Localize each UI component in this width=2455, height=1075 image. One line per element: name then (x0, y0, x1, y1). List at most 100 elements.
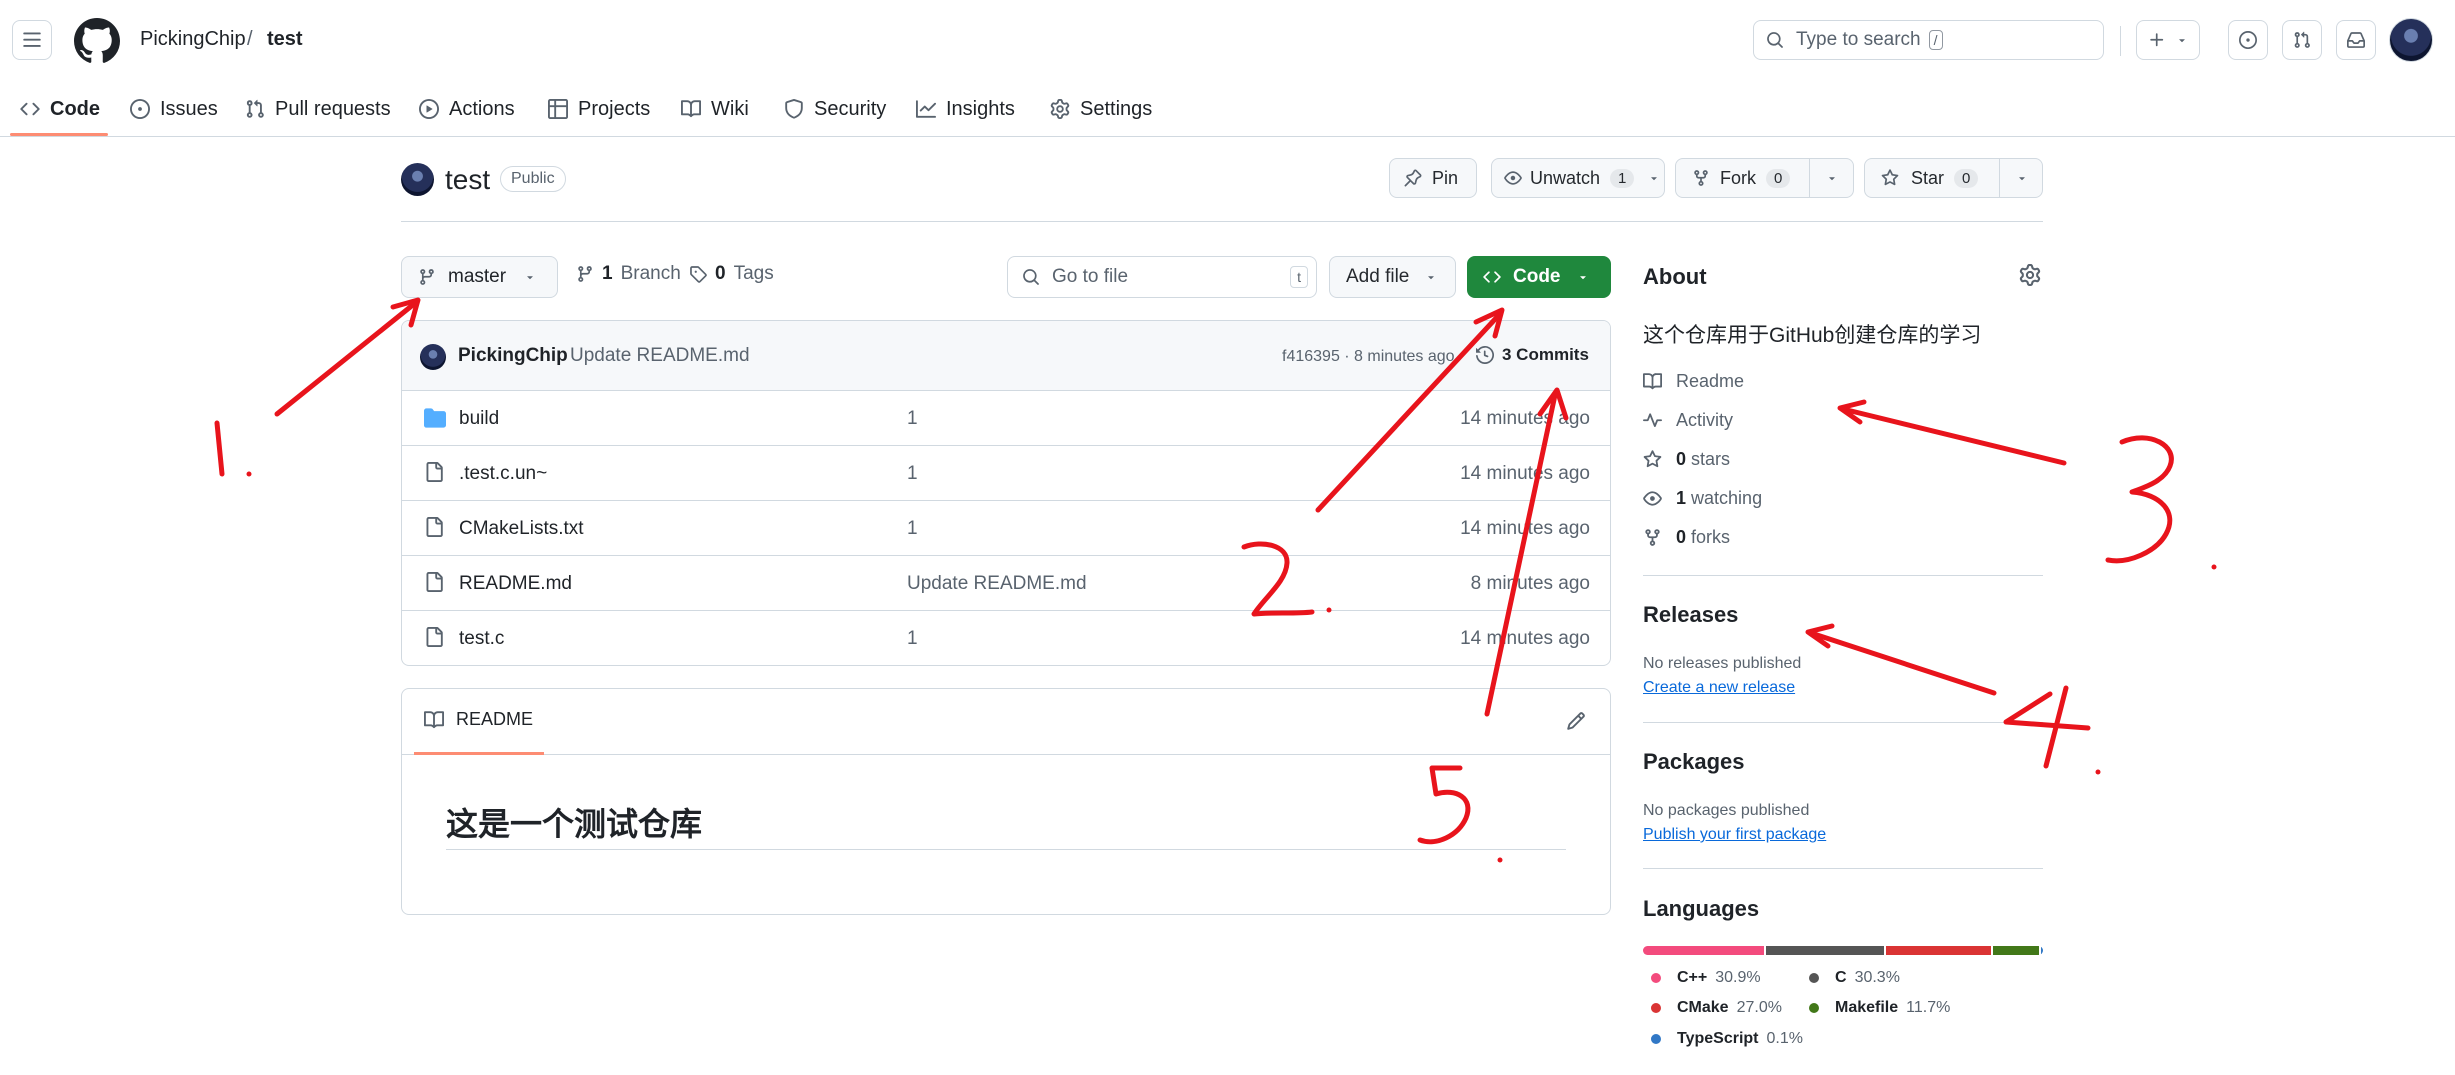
file-commit-message[interactable]: 1 (907, 463, 918, 485)
language-item[interactable]: C 30.3% (1809, 969, 1900, 987)
code-button-label: Code (1513, 266, 1561, 287)
file-name[interactable]: README.md (459, 573, 572, 595)
file-commit-time: 14 minutes ago (1460, 518, 1590, 539)
stars-link[interactable]: 0 stars (1643, 449, 1730, 470)
language-item[interactable]: TypeScript 0.1% (1651, 1030, 1803, 1048)
file-row[interactable]: .test.c.un~ 1 14 minutes ago (402, 446, 1610, 501)
add-file-button[interactable]: Add file (1329, 256, 1456, 298)
branches-link[interactable]: 1 Branch (576, 263, 681, 285)
pencil-icon[interactable] (1566, 711, 1586, 731)
issues-button[interactable] (2228, 20, 2268, 60)
caret-down-icon (1648, 172, 1660, 184)
publish-package-link[interactable]: Publish your first package (1643, 826, 1826, 844)
tab-settings[interactable]: Settings (1050, 82, 1152, 136)
caret-down-icon (1425, 271, 1437, 283)
commit-message[interactable]: Update README.md (570, 345, 750, 367)
inbox-button[interactable] (2336, 20, 2376, 60)
tab-wiki[interactable]: Wiki (681, 82, 749, 136)
language-name: TypeScript (1677, 1030, 1759, 1047)
language-item[interactable]: CMake 27.0% (1651, 999, 1782, 1017)
forks-link[interactable]: 0 forks (1643, 527, 1730, 548)
tab-wiki-label: Wiki (711, 97, 749, 120)
tags-link[interactable]: 0 Tags (689, 263, 774, 285)
file-commit-message[interactable]: 1 (907, 518, 918, 540)
file-name[interactable]: build (459, 408, 499, 430)
caret-down-icon (1577, 271, 1589, 283)
tag-icon (689, 265, 707, 283)
commit-author-avatar[interactable] (420, 344, 446, 370)
create-new-button[interactable] (2136, 20, 2200, 60)
tab-insights[interactable]: Insights (916, 82, 1015, 136)
pull-requests-button[interactable] (2282, 20, 2322, 60)
commit-author[interactable]: PickingChip (458, 345, 568, 367)
code-button[interactable]: Code (1467, 256, 1611, 298)
activity-label: Activity (1676, 410, 1734, 430)
breadcrumb-owner[interactable]: PickingChip (140, 28, 246, 51)
tab-code[interactable]: Code (20, 82, 100, 136)
tab-projects[interactable]: Projects (548, 82, 650, 136)
file-name[interactable]: test.c (459, 628, 504, 650)
folder-icon (424, 407, 446, 429)
language-item[interactable]: C++ 30.9% (1651, 969, 1761, 987)
file-commit-message[interactable]: Update README.md (907, 573, 1087, 595)
hamburger-icon (23, 32, 41, 47)
readme-link[interactable]: Readme (1643, 371, 1744, 392)
breadcrumb-repo[interactable]: test (267, 28, 303, 51)
pulse-icon (1643, 411, 1662, 430)
releases-title[interactable]: Releases (1643, 602, 1738, 628)
book-icon (681, 99, 701, 119)
pin-label: Pin (1432, 167, 1459, 188)
github-logo-icon[interactable] (74, 18, 120, 64)
tab-issues[interactable]: Issues (130, 82, 218, 136)
repo-title[interactable]: test (445, 164, 490, 196)
readme-tab-label: README (456, 709, 534, 729)
languages-bar (1643, 946, 2043, 955)
tab-pull-requests[interactable]: Pull requests (245, 82, 391, 136)
commit-hash-time[interactable]: f416395 · 8 minutes ago (1282, 348, 1455, 366)
menu-button[interactable] (12, 20, 52, 60)
file-row[interactable]: build 1 14 minutes ago (402, 391, 1610, 446)
unwatch-button[interactable]: Unwatch 1 (1491, 158, 1665, 198)
language-item[interactable]: Makefile 11.7% (1809, 999, 1950, 1017)
commits-link[interactable]: 3 Commits (1476, 345, 1589, 365)
book-icon (424, 710, 444, 730)
active-tab-indicator (10, 133, 108, 136)
star-button[interactable]: Star 0 (1864, 158, 2043, 198)
search-icon (1767, 32, 1783, 48)
releases-empty-text: No releases published (1643, 655, 1802, 672)
watching-link[interactable]: 1 watching (1643, 488, 1762, 509)
issue-opened-icon (2239, 31, 2257, 49)
file-icon (424, 572, 444, 592)
search-placeholder: Type to search (1796, 29, 1921, 50)
readme-tab[interactable]: README (424, 709, 533, 730)
file-name[interactable]: .test.c.un~ (459, 463, 547, 485)
file-row[interactable]: CMakeLists.txt 1 14 minutes ago (402, 501, 1610, 556)
graph-icon (916, 99, 936, 119)
gear-icon[interactable] (2019, 264, 2041, 286)
pin-button[interactable]: Pin (1389, 158, 1477, 198)
search-input[interactable]: Type to search / (1753, 20, 2104, 60)
activity-link[interactable]: Activity (1643, 410, 1733, 431)
file-commit-message[interactable]: 1 (907, 628, 918, 650)
pull-request-icon (245, 99, 265, 119)
file-table: PickingChip Update README.md f416395 · 8… (401, 320, 1611, 666)
file-row[interactable]: test.c 1 14 minutes ago (402, 611, 1610, 665)
user-avatar[interactable] (2389, 18, 2433, 62)
go-to-file-input[interactable]: Go to file t (1007, 256, 1317, 298)
search-shortcut-key: / (1928, 30, 1943, 50)
language-color-dot (1651, 1003, 1661, 1013)
repo-forked-icon (1692, 169, 1710, 187)
annotation-arrow-4 (1805, 623, 2101, 775)
repo-owner-avatar[interactable] (401, 163, 434, 196)
create-release-link[interactable]: Create a new release (1643, 679, 1795, 697)
go-to-file-placeholder: Go to file (1052, 266, 1129, 287)
file-row[interactable]: README.md Update README.md 8 minutes ago (402, 556, 1610, 611)
fork-button[interactable]: Fork 0 (1675, 158, 1854, 198)
packages-title[interactable]: Packages (1643, 749, 1745, 775)
tab-actions[interactable]: Actions (419, 82, 515, 136)
file-commit-message[interactable]: 1 (907, 408, 918, 430)
readme-tab-indicator (414, 752, 544, 755)
file-name[interactable]: CMakeLists.txt (459, 518, 584, 540)
tab-security[interactable]: Security (784, 82, 886, 136)
branch-selector[interactable]: master (401, 256, 558, 298)
